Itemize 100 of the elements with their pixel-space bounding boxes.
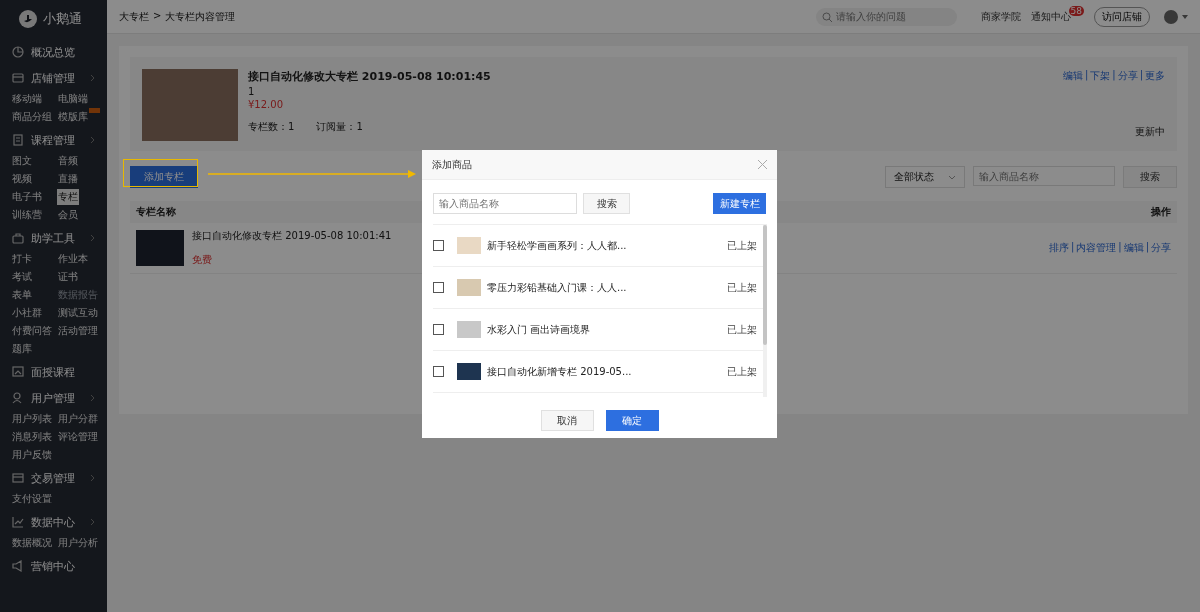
action-link[interactable]: 编辑 xyxy=(1062,69,1083,83)
product-row[interactable]: 接口自动化新增专栏 2019-05... 已上架 xyxy=(433,351,763,393)
confirm-button[interactable]: 确定 xyxy=(605,410,659,431)
sidebar-item[interactable]: 电脑端 xyxy=(57,91,89,107)
action-link[interactable]: 下架 xyxy=(1090,69,1111,83)
action-link[interactable]: 排序 xyxy=(1048,241,1069,255)
search-button[interactable]: 搜索 xyxy=(583,193,630,214)
help-search-field[interactable]: 请输入你的问题 xyxy=(815,7,957,26)
sidebar-item[interactable]: 用户列表 xyxy=(11,411,53,427)
new-column-button[interactable]: 新建专栏 xyxy=(713,193,766,214)
sidebar-item[interactable]: 直播 xyxy=(57,171,79,187)
notification-badge: 58 xyxy=(1068,5,1084,16)
action-link[interactable]: 内容管理 xyxy=(1076,241,1117,255)
sidebar-group-item[interactable]: 数据中心 xyxy=(0,508,107,534)
sidebar-item[interactable]: 作业本 xyxy=(57,251,89,267)
sidebar-item[interactable]: 会员 xyxy=(57,207,79,223)
sidebar-item[interactable]: 视频 xyxy=(11,171,33,187)
checkbox[interactable] xyxy=(433,240,444,251)
sidebar-item[interactable]: 用户反馈 xyxy=(11,447,53,463)
product-status: 已上架 xyxy=(727,322,757,337)
action-link[interactable]: 分享 xyxy=(1151,241,1171,255)
sidebar-group-item[interactable]: 助学工具 xyxy=(0,224,107,250)
sidebar-group-item[interactable]: 店铺管理 xyxy=(0,64,107,90)
visit-store-button[interactable]: 访问店铺 xyxy=(1094,6,1150,27)
top-link[interactable]: 通知中心 xyxy=(1030,9,1071,24)
line-chart-icon xyxy=(12,516,24,528)
dialog-title: 添加商品 xyxy=(432,157,472,172)
product-search-field[interactable]: 输入商品名称 xyxy=(433,193,577,214)
checkbox[interactable] xyxy=(433,324,444,335)
add-column-button[interactable]: 添加专栏 xyxy=(130,166,198,188)
separator: | xyxy=(1118,241,1122,255)
sidebar-item[interactable]: 评论管理 xyxy=(57,429,99,445)
row-price: 免费 xyxy=(192,253,213,267)
status-text: 更新中 xyxy=(1135,125,1165,139)
sidebar-item[interactable]: 模版库 xyxy=(57,109,89,125)
sidebar-group-item[interactable]: 面授课程 xyxy=(0,358,107,384)
caret-down-icon xyxy=(1182,14,1188,19)
sidebar-item[interactable]: 打卡 xyxy=(11,251,33,267)
separator: | xyxy=(1112,69,1116,83)
sidebar-group-item[interactable]: 课程管理 xyxy=(0,126,107,152)
sidebar-item[interactable]: 图文 xyxy=(11,153,33,169)
product-row[interactable]: 水彩入门 画出诗画境界 已上架 xyxy=(433,309,763,351)
scrollbar-thumb[interactable] xyxy=(763,225,767,345)
sidebar-item[interactable]: 考试 xyxy=(11,269,33,285)
cancel-button[interactable]: 取消 xyxy=(540,410,594,431)
breadcrumb-item[interactable]: 大专栏 xyxy=(119,9,149,24)
store-icon xyxy=(12,72,24,84)
classroom-icon xyxy=(12,366,24,378)
sidebar-item[interactable]: 用户分群 xyxy=(57,411,99,427)
sidebar-item[interactable]: 小社群 xyxy=(11,305,43,321)
action-link[interactable]: 更多 xyxy=(1145,69,1165,83)
sidebar-item[interactable]: 活动管理 xyxy=(57,323,99,339)
price: ¥12.00 xyxy=(248,99,284,110)
product-search-field[interactable]: 输入商品名称 xyxy=(973,166,1115,186)
checkbox[interactable] xyxy=(433,366,444,377)
sidebar-item[interactable]: 表单 xyxy=(11,287,33,303)
column-subtitle: 1 xyxy=(248,86,256,97)
status-dropdown[interactable]: 全部状态 xyxy=(885,166,965,188)
sidebar-item[interactable]: 用户分析 xyxy=(57,535,99,551)
separator: | xyxy=(1145,241,1149,255)
megaphone-icon xyxy=(12,560,24,572)
goose-logo-icon xyxy=(19,10,37,28)
logo-text: 小鹅通 xyxy=(43,10,82,28)
sidebar-group-item[interactable]: 用户管理 xyxy=(0,384,107,410)
sidebar-item[interactable]: 电子书 xyxy=(11,189,43,205)
product-title: 新手轻松学画画系列：人人都... xyxy=(487,238,628,253)
chevron-right-icon xyxy=(90,474,95,482)
sidebar-item[interactable]: 商品分组 xyxy=(11,109,53,125)
sidebar-group-item[interactable]: 概况总览 xyxy=(0,38,107,64)
chevron-down-icon xyxy=(948,174,956,180)
search-button[interactable]: 搜索 xyxy=(1123,166,1177,188)
chevron-right-icon xyxy=(90,234,95,242)
separator: | xyxy=(1084,69,1089,83)
action-link[interactable]: 编辑 xyxy=(1123,241,1144,255)
product-title: 接口自动化新增专栏 2019-05... xyxy=(487,364,633,379)
product-status: 已上架 xyxy=(727,238,757,253)
avatar[interactable] xyxy=(1164,9,1178,24)
toolbox-icon xyxy=(12,232,24,244)
action-link[interactable]: 分享 xyxy=(1117,69,1138,83)
sidebar-item[interactable]: 付费问答 xyxy=(11,323,53,339)
sidebar-item[interactable]: 证书 xyxy=(57,269,79,285)
sidebar-item[interactable]: 训练营 xyxy=(11,207,43,223)
sidebar-item[interactable]: 移动端 xyxy=(11,91,43,107)
sidebar-item[interactable]: 音频 xyxy=(57,153,79,169)
sidebar-item[interactable]: 专栏 xyxy=(57,189,79,205)
breadcrumb-item: 大专栏内容管理 xyxy=(165,9,236,24)
sidebar-group-item[interactable]: 营销中心 xyxy=(0,552,107,578)
sidebar-item[interactable]: 消息列表 xyxy=(11,429,53,445)
sidebar-item[interactable]: 测试互动 xyxy=(57,305,99,321)
sidebar-item[interactable]: 支付设置 xyxy=(11,491,53,507)
sidebar-item[interactable]: 题库 xyxy=(11,341,33,357)
top-link[interactable]: 商家学院 xyxy=(980,9,1021,24)
product-row[interactable]: 新手轻松学画画系列：人人都... 已上架 xyxy=(433,225,763,267)
separator: | xyxy=(1139,69,1143,83)
photo-placeholder xyxy=(136,230,184,266)
breadcrumb-separator: > xyxy=(153,9,162,23)
checkbox[interactable] xyxy=(433,282,444,293)
sidebar-group-item[interactable]: 交易管理 xyxy=(0,464,107,490)
sidebar-item[interactable]: 数据概况 xyxy=(11,535,53,551)
product-row[interactable]: 零压力彩铅基础入门课：人人... 已上架 xyxy=(433,267,763,309)
